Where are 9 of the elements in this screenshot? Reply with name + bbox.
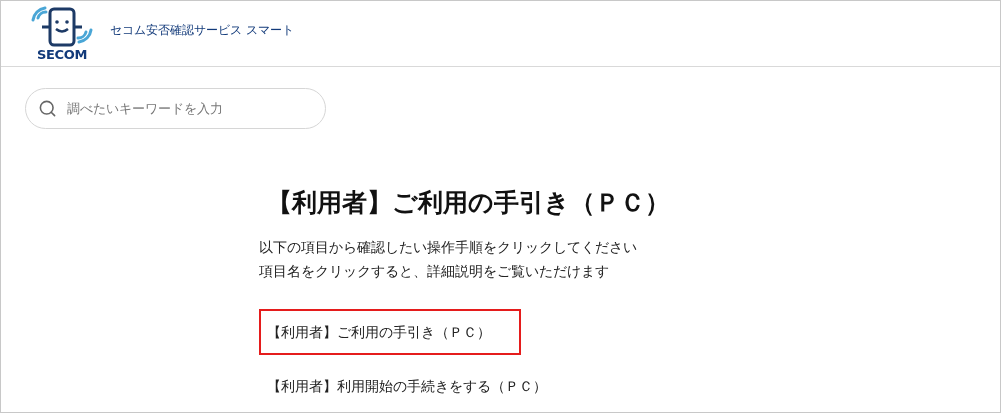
search-icon: [38, 99, 57, 118]
article-link[interactable]: 【利用者】利用開始の手続きをする（ＰＣ）: [259, 363, 555, 409]
article-link[interactable]: 【利用者】ご利用の手引き（ＰＣ）: [259, 309, 521, 355]
service-name: セコム安否確認サービス スマート: [110, 21, 294, 39]
article-title: 【利用者】ご利用の手引き（ＰＣ）: [267, 190, 671, 215]
logo-text: SECOM: [36, 48, 88, 61]
search-field[interactable]: 調べたいキーワードを入力: [25, 88, 326, 129]
intro-text: 項目名をクリックすると、詳細説明をご覧いただけます: [259, 262, 610, 281]
intro-text: 以下の項目から確認したい操作手順をクリックしてください: [259, 238, 638, 257]
